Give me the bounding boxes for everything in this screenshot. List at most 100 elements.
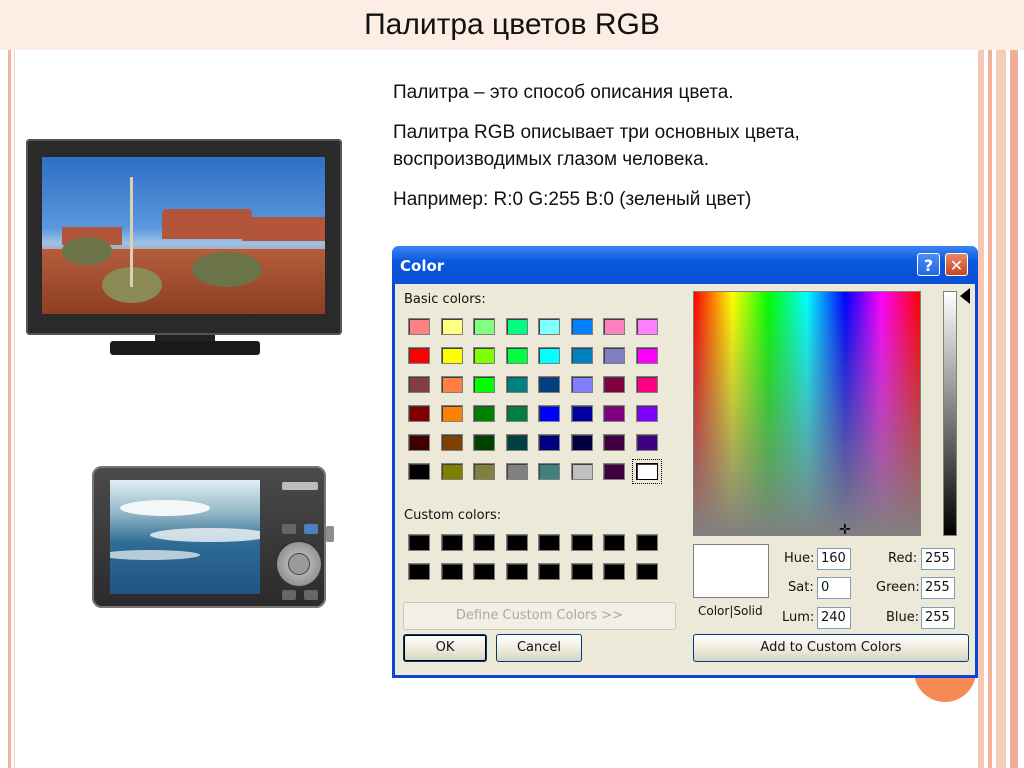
basic-color-swatch[interactable]: [570, 318, 593, 335]
basic-color-swatch[interactable]: [473, 405, 495, 422]
basic-color-swatch[interactable]: [635, 318, 658, 335]
basic-color-swatch[interactable]: [538, 405, 560, 422]
custom-color-swatch[interactable]: [408, 563, 430, 580]
basic-color-swatch[interactable]: [570, 376, 593, 393]
custom-color-swatch[interactable]: [635, 563, 658, 580]
basic-color-swatch[interactable]: [505, 463, 528, 480]
custom-color-swatch[interactable]: [473, 534, 495, 551]
camera-strap-loop: [326, 526, 334, 542]
camera-dial-center: [289, 554, 309, 574]
basic-color-swatch[interactable]: [473, 318, 495, 335]
camera-image: [92, 466, 326, 608]
basic-color-swatch[interactable]: [440, 405, 463, 422]
basic-color-swatch[interactable]: [505, 376, 528, 393]
basic-color-swatch[interactable]: [603, 463, 625, 480]
basic-color-swatch[interactable]: [570, 405, 593, 422]
basic-color-swatch[interactable]: [538, 347, 560, 364]
basic-color-swatch[interactable]: [635, 347, 658, 364]
close-button[interactable]: ✕: [945, 253, 968, 276]
custom-color-swatch[interactable]: [408, 534, 430, 551]
basic-color-swatch[interactable]: [473, 376, 495, 393]
basic-color-swatch[interactable]: [505, 347, 528, 364]
tv-screen: [42, 157, 325, 314]
cancel-button[interactable]: Cancel: [496, 634, 582, 662]
basic-color-swatch[interactable]: [570, 463, 593, 480]
add-to-custom-colors-button[interactable]: Add to Custom Colors: [693, 634, 969, 662]
basic-color-swatch[interactable]: [570, 347, 593, 364]
basic-color-swatch[interactable]: [538, 318, 560, 335]
sat-label: Sat:: [788, 580, 814, 595]
basic-color-swatch[interactable]: [538, 376, 560, 393]
basic-color-swatch[interactable]: [635, 405, 658, 422]
basic-color-swatch[interactable]: [505, 434, 528, 451]
color-spectrum[interactable]: ✛: [693, 291, 921, 536]
paragraph-2-line-1: Палитра RGB описывает три основных цвета…: [393, 122, 800, 143]
basic-color-swatch[interactable]: [440, 434, 463, 451]
custom-color-swatch[interactable]: [505, 563, 528, 580]
basic-color-swatch[interactable]: [440, 376, 463, 393]
slide-title: Палитра цветов RGB: [364, 8, 660, 41]
frame-line-left: [8, 50, 11, 768]
blue-label: Blue:: [886, 610, 920, 625]
ok-button[interactable]: OK: [403, 634, 487, 662]
custom-color-swatch[interactable]: [538, 534, 560, 551]
triangle-left-icon[interactable]: [960, 288, 970, 304]
color-dialog: Color ? ✕ Basic colors: Custom colors: D…: [392, 246, 978, 678]
help-button[interactable]: ?: [917, 253, 940, 276]
custom-color-swatch[interactable]: [440, 563, 463, 580]
crosshair-icon: ✛: [839, 521, 851, 537]
custom-color-swatch[interactable]: [603, 534, 625, 551]
lum-label: Lum:: [782, 610, 815, 625]
basic-color-swatch[interactable]: [570, 434, 593, 451]
custom-color-swatch[interactable]: [473, 563, 495, 580]
basic-color-swatch[interactable]: [635, 434, 658, 451]
basic-color-swatch[interactable]: [408, 347, 430, 364]
custom-color-swatch[interactable]: [538, 563, 560, 580]
basic-color-swatch[interactable]: [408, 376, 430, 393]
basic-color-swatch[interactable]: [473, 347, 495, 364]
basic-color-swatch[interactable]: [635, 376, 658, 393]
decor-stripe: [978, 50, 984, 768]
luminance-bar[interactable]: [943, 291, 957, 536]
custom-color-swatch[interactable]: [570, 534, 593, 551]
basic-color-swatch[interactable]: [408, 434, 430, 451]
paragraph-2-line-2: воспроизводимых глазом человека.: [393, 149, 710, 170]
define-custom-colors-button[interactable]: Define Custom Colors >>: [403, 602, 676, 630]
custom-color-swatch[interactable]: [635, 534, 658, 551]
green-input[interactable]: 255: [921, 577, 955, 599]
paragraph-1: Палитра – это способ описания цвета.: [393, 82, 734, 103]
green-label: Green:: [876, 580, 920, 595]
basic-color-swatch[interactable]: [538, 463, 560, 480]
hue-label: Hue:: [784, 551, 815, 566]
basic-color-swatch[interactable]: [603, 434, 625, 451]
basic-color-swatch[interactable]: [505, 405, 528, 422]
basic-color-swatch[interactable]: [408, 318, 430, 335]
custom-color-swatch[interactable]: [440, 534, 463, 551]
dialog-titlebar[interactable]: Color ? ✕: [392, 246, 978, 284]
basic-color-swatch[interactable]: [603, 376, 625, 393]
basic-color-swatch[interactable]: [603, 347, 625, 364]
basic-color-swatch[interactable]: [505, 318, 528, 335]
basic-color-swatch[interactable]: [603, 318, 625, 335]
frame-line-inner: [14, 50, 15, 768]
basic-color-swatch[interactable]: [408, 405, 430, 422]
hue-input[interactable]: 160: [817, 548, 851, 570]
basic-color-swatch[interactable]: [440, 347, 463, 364]
blue-input[interactable]: 255: [921, 607, 955, 629]
basic-color-swatch[interactable]: [473, 463, 495, 480]
custom-color-swatch[interactable]: [505, 534, 528, 551]
color-solid-label: Color|Solid: [698, 604, 763, 618]
basic-color-swatch[interactable]: [440, 318, 463, 335]
basic-color-swatch[interactable]: [603, 405, 625, 422]
decor-stripe: [1010, 50, 1018, 768]
custom-color-swatch[interactable]: [570, 563, 593, 580]
sat-input[interactable]: 0: [817, 577, 851, 599]
custom-color-swatch[interactable]: [603, 563, 625, 580]
lum-input[interactable]: 240: [817, 607, 851, 629]
red-input[interactable]: 255: [921, 548, 955, 570]
basic-color-swatch[interactable]: [631, 459, 662, 484]
basic-color-swatch[interactable]: [440, 463, 463, 480]
basic-color-swatch[interactable]: [473, 434, 495, 451]
basic-color-swatch[interactable]: [538, 434, 560, 451]
basic-color-swatch[interactable]: [408, 463, 430, 480]
